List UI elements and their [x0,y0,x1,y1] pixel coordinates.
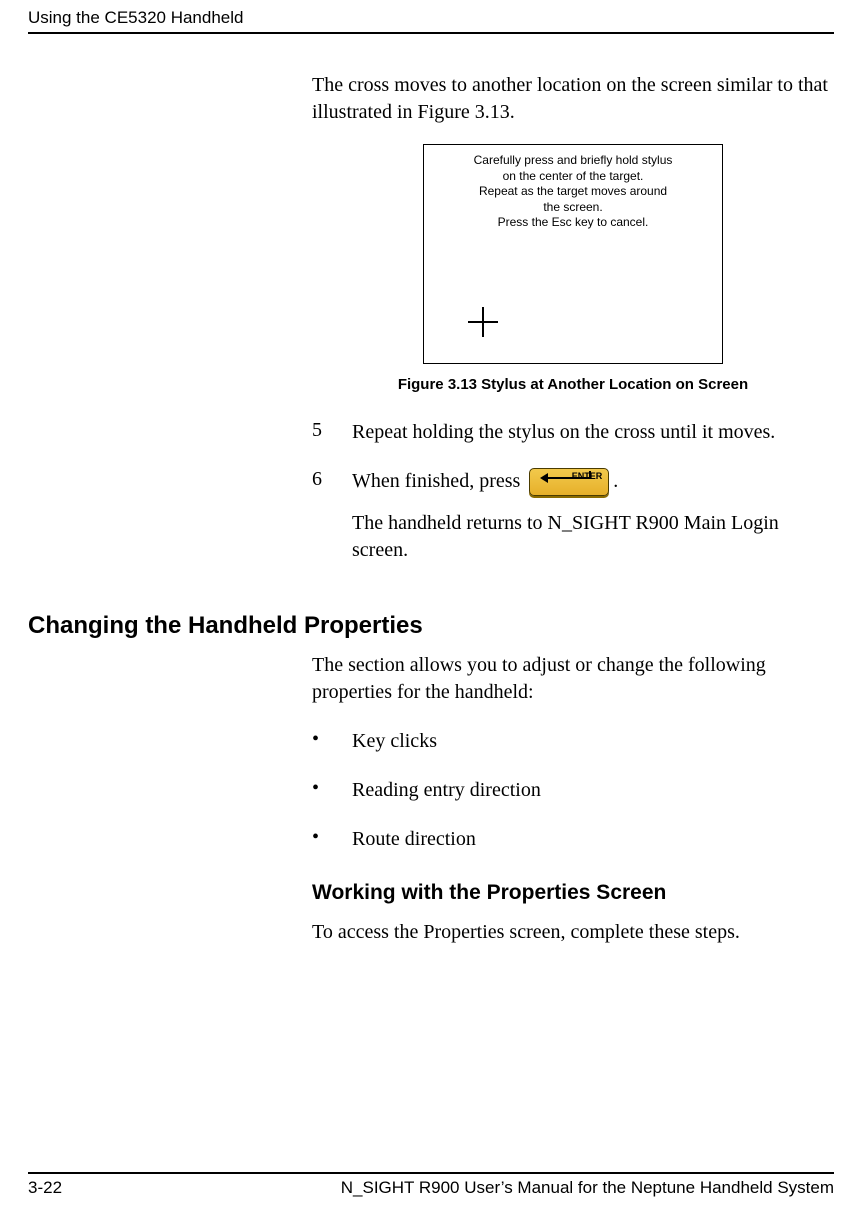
bullet-item: • Key clicks [312,728,834,755]
calib-line-5: Press the Esc key to cancel. [424,215,722,231]
bullet-text: Key clicks [352,728,437,755]
calib-line-1: Carefully press and briefly hold stylus [424,153,722,169]
calibration-screenshot: Carefully press and briefly hold stylus … [423,144,723,364]
intro-paragraph: The cross moves to another location on t… [312,72,834,126]
bullet-item: • Route direction [312,826,834,853]
heading-changing-properties: Changing the Handheld Properties [28,612,834,640]
working-intro: To access the Properties screen, complet… [312,919,834,946]
bullet-text: Reading entry direction [352,777,541,804]
calib-line-2: on the center of the target. [424,169,722,185]
bullet-marker: • [312,777,334,804]
bullet-item: • Reading entry direction [312,777,834,804]
step-number: 6 [312,468,334,564]
bullet-marker: • [312,826,334,853]
figure-caption: Figure 3.13 Stylus at Another Location o… [312,376,834,393]
calibration-instructions: Carefully press and briefly hold stylus … [424,145,722,231]
figure-3-13: Carefully press and briefly hold stylus … [312,144,834,393]
footer-rule [28,1172,834,1174]
step-text: Repeat holding the stylus on the cross u… [352,419,834,446]
enter-key-icon: ENTER [529,468,609,496]
bullet-marker: • [312,728,334,755]
heading-working-properties: Working with the Properties Screen [312,881,834,905]
step-6-result: The handheld returns to N_SIGHT R900 Mai… [352,510,834,564]
step-6-prefix: When finished, press [352,470,525,492]
step-number: 5 [312,419,334,446]
calib-line-4: the screen. [424,200,722,216]
calibration-cross-icon [468,307,498,337]
step-6: 6 When finished, press ENTER . The handh… [312,468,834,564]
step-6-suffix: . [613,470,618,492]
footer-doc-title: N_SIGHT R900 User’s Manual for the Neptu… [341,1178,834,1198]
step-5: 5 Repeat holding the stylus on the cross… [312,419,834,446]
header-rule [28,32,834,34]
bullet-text: Route direction [352,826,476,853]
page-number: 3-22 [28,1178,62,1198]
calib-line-3: Repeat as the target moves around [424,184,722,200]
running-header: Using the CE5320 Handheld [28,8,834,28]
changing-intro: The section allows you to adjust or chan… [312,652,834,706]
step-text: When finished, press ENTER . The handhel… [352,468,834,564]
enter-arrow-icon [536,464,592,491]
